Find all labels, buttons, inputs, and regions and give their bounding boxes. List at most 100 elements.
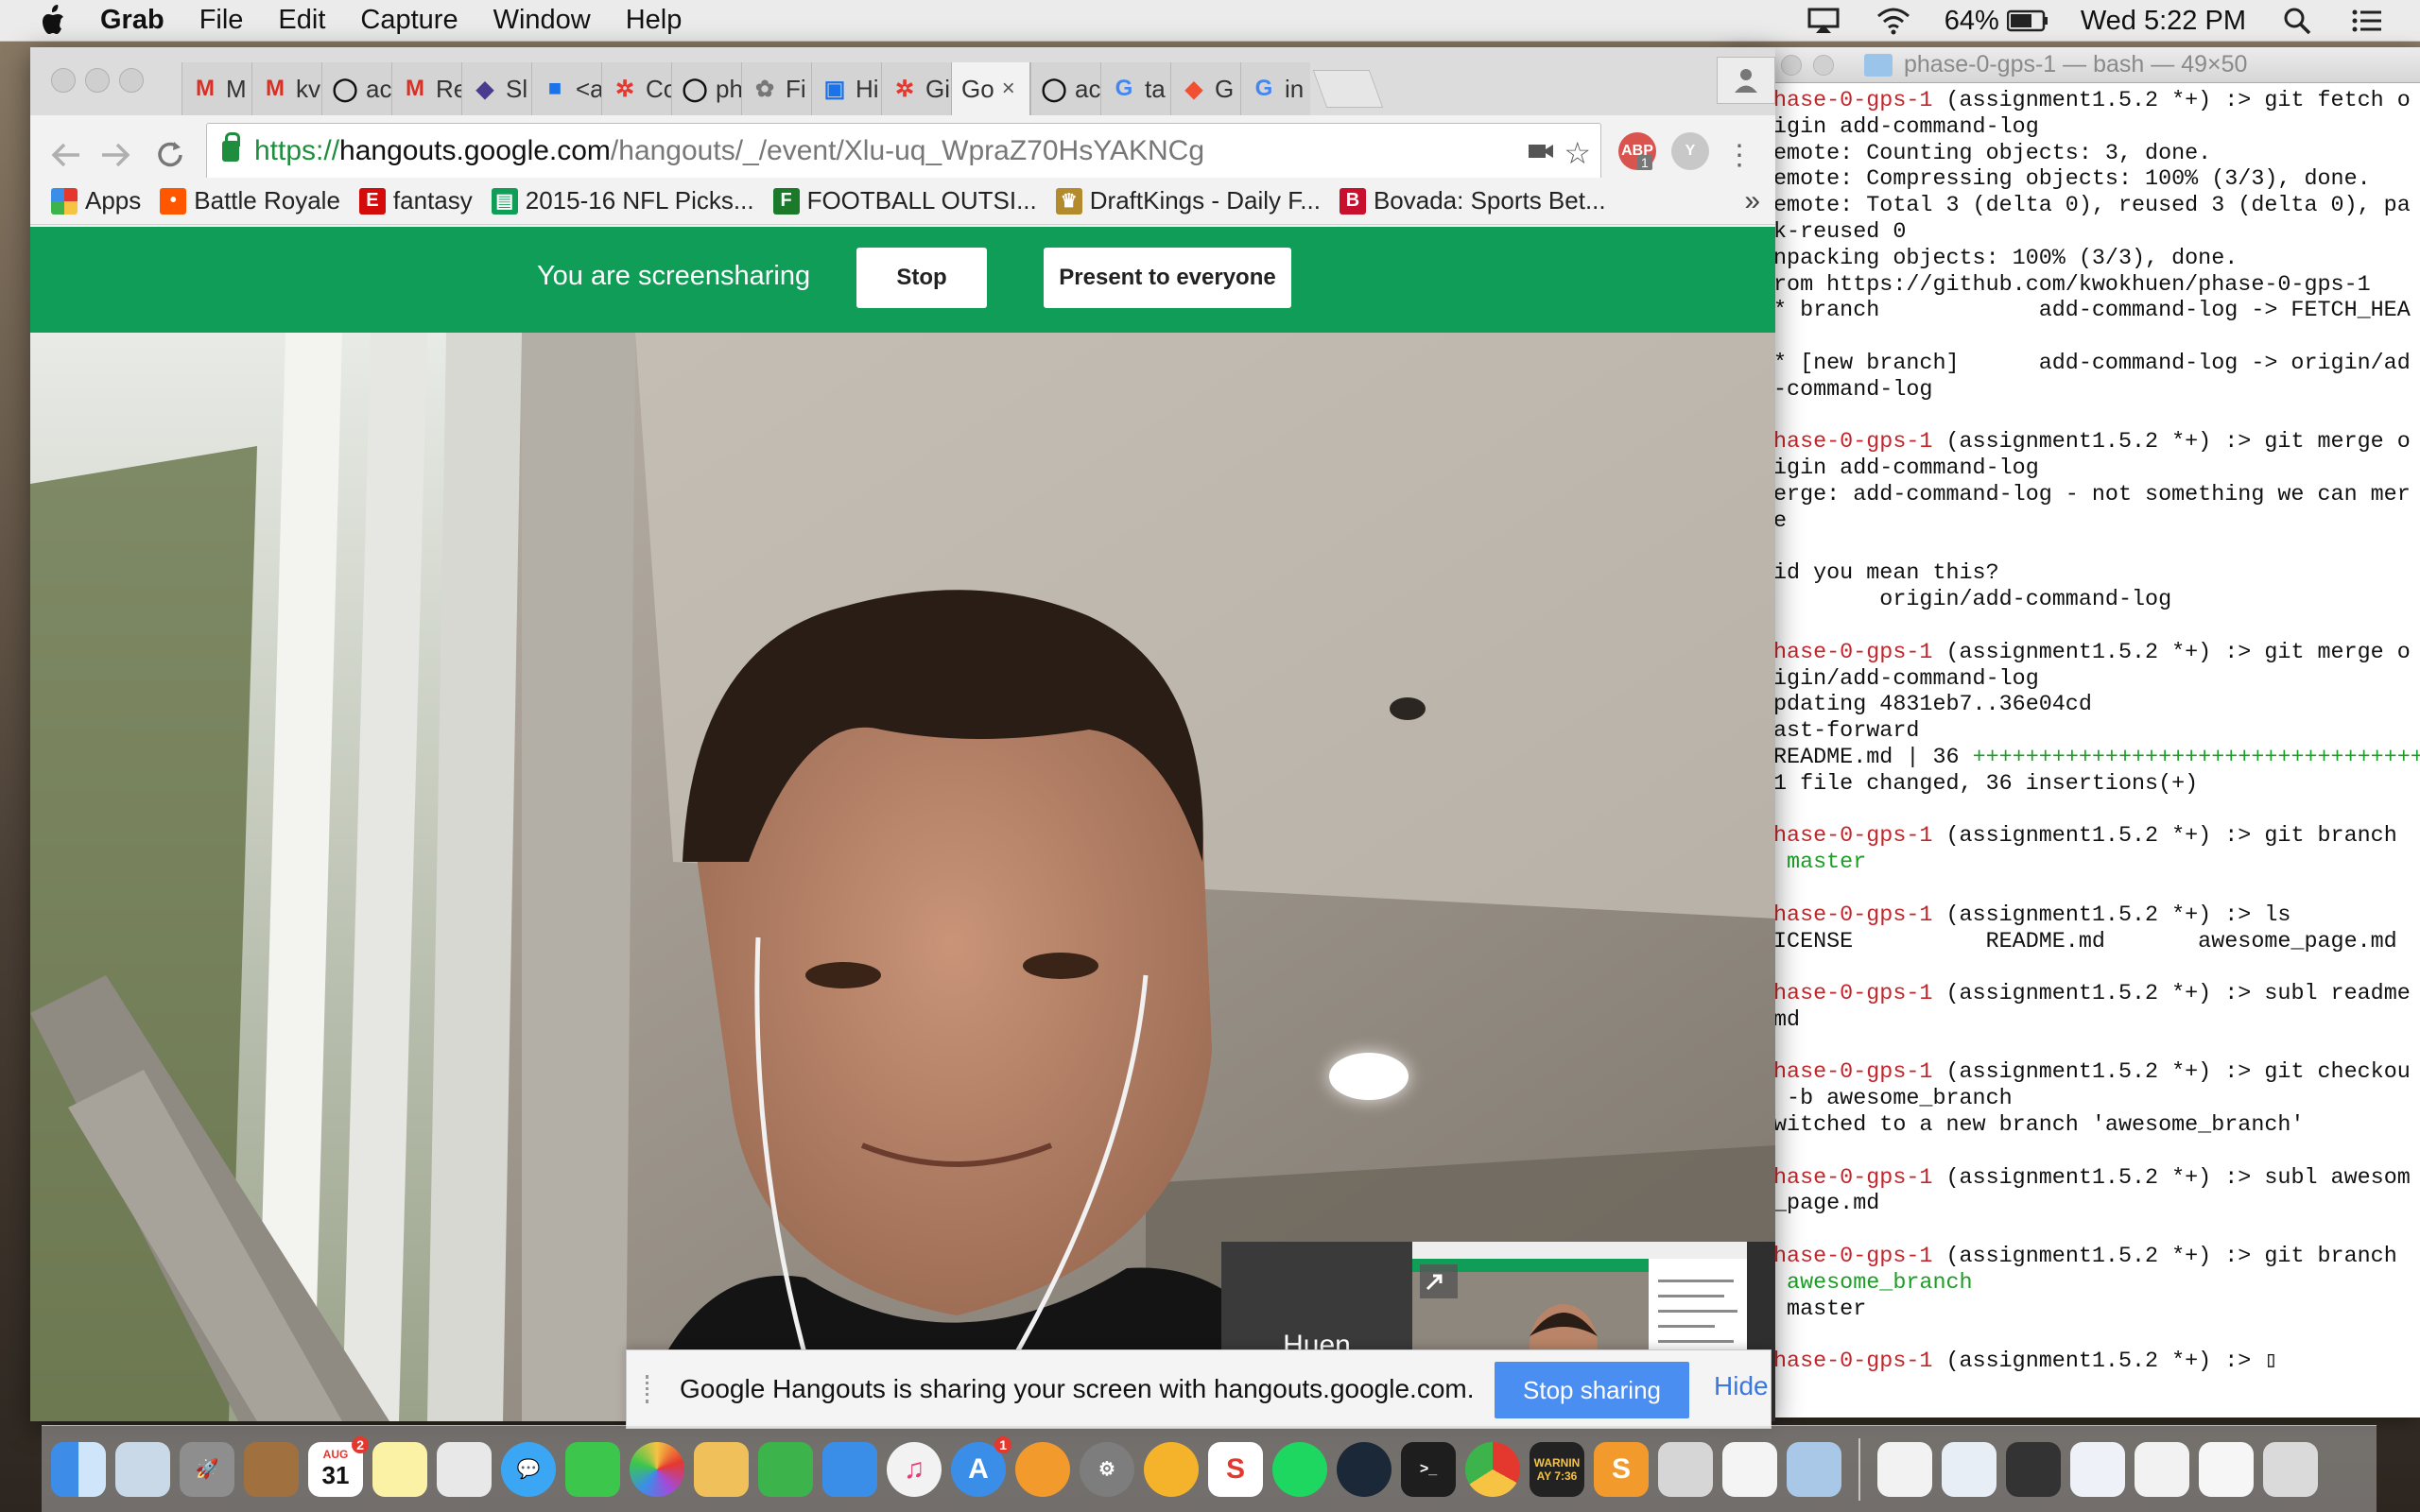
grab-icon[interactable] [1658, 1441, 1713, 1497]
browser-close-button[interactable] [51, 68, 76, 93]
terminal-minimize-button[interactable] [1781, 54, 1802, 76]
textedit-icon[interactable] [1722, 1441, 1777, 1497]
ibooks-icon[interactable] [1015, 1441, 1070, 1497]
browser-zoom-button[interactable] [119, 68, 144, 93]
drag-handle[interactable] [646, 1375, 655, 1403]
folder-stack-icon[interactable] [2135, 1441, 2189, 1497]
bookmarks-overflow-button[interactable]: » [1744, 185, 1760, 217]
terminal-title: phase-0-gps-1 — bash — 49×50 [1904, 51, 2248, 77]
mail-stamp-icon[interactable] [115, 1441, 170, 1497]
chrome-menu-icon[interactable]: ⋮ [1720, 136, 1758, 174]
bookmark-item[interactable]: Apps [51, 186, 141, 215]
bookmark-item[interactable]: • Battle Royale [160, 186, 340, 215]
bookmark-star-icon[interactable]: ☆ [1564, 135, 1591, 171]
wifi-icon[interactable] [1875, 7, 1912, 35]
browser-tab[interactable]: MM [182, 62, 251, 115]
menu-window[interactable]: Window [493, 5, 591, 36]
numbers-icon[interactable] [758, 1441, 813, 1497]
browser-tab[interactable]: ■ <a [531, 62, 601, 115]
browser-tab[interactable]: Go × [951, 62, 1030, 115]
spotlight-search-icon[interactable] [2278, 7, 2316, 35]
apple-icon[interactable] [38, 4, 66, 37]
menu-file[interactable]: File [199, 5, 244, 36]
camera-icon[interactable] [1527, 137, 1555, 165]
keynote-icon[interactable] [822, 1441, 877, 1497]
airplay-icon[interactable] [1805, 7, 1842, 35]
menu-help[interactable]: Help [626, 5, 683, 36]
battery-status[interactable]: 64% [1945, 6, 2048, 37]
console-icon[interactable]: WARNIN AY 7:36 [1530, 1441, 1584, 1497]
lock-icon[interactable] [222, 132, 240, 162]
y-extension-icon[interactable]: Y [1671, 132, 1709, 170]
terminal-zoom-button[interactable] [1813, 54, 1834, 76]
browser-tab[interactable]: ◯ ph [671, 62, 741, 115]
pages-icon[interactable] [694, 1441, 749, 1497]
browser-tab[interactable]: Mkv [251, 62, 321, 115]
system-preferences-icon[interactable]: ⚙ [1080, 1441, 1134, 1497]
photos-icon[interactable] [630, 1441, 684, 1497]
chrome-icon[interactable] [1465, 1441, 1520, 1497]
bookmark-item[interactable]: B Bovada: Sports Bet... [1339, 186, 1606, 215]
forward-button[interactable] [96, 136, 134, 174]
browser-tab[interactable]: ◯ ac [1030, 62, 1100, 115]
browser-minimize-button[interactable] [85, 68, 110, 93]
launchpad-icon[interactable]: 🚀 [180, 1441, 234, 1497]
terminal-window[interactable]: phase-0-gps-1 — bash — 49×50 hase-0-gps-… [1730, 47, 2420, 1418]
bookmark-item[interactable]: ▤ 2015-16 NFL Picks... [491, 186, 754, 215]
browser-tab[interactable]: ✲ Co [601, 62, 671, 115]
browser-tab[interactable]: ◆ Sl [461, 62, 531, 115]
slack-icon[interactable]: S [1208, 1441, 1263, 1497]
stop-sharing-button[interactable]: Stop sharing [1495, 1362, 1689, 1418]
facetime-icon[interactable] [565, 1441, 620, 1497]
bookmark-item[interactable]: F FOOTBALL OUTSI... [772, 186, 1037, 215]
profile-button[interactable] [1717, 57, 1775, 104]
spotify-icon[interactable] [1272, 1441, 1327, 1497]
trash-icon[interactable] [2263, 1441, 2318, 1497]
sublime-text-icon[interactable]: S [1594, 1441, 1649, 1497]
new-tab-button[interactable] [1312, 70, 1384, 108]
preview-icon[interactable] [1787, 1441, 1841, 1497]
hide-button[interactable]: Hide [1714, 1371, 1769, 1401]
finder-icon[interactable] [51, 1441, 106, 1497]
browser-tab[interactable]: ✿ Fi [741, 62, 811, 115]
notification-center-icon[interactable] [2348, 7, 2386, 35]
tab-label: Hi [856, 74, 879, 103]
reload-button[interactable] [151, 136, 189, 174]
browser-tab[interactable]: ✲ Gi [881, 62, 951, 115]
menu-capture[interactable]: Capture [360, 5, 458, 36]
menu-app-grab[interactable]: Grab [100, 5, 164, 36]
browser-tab[interactable]: ◆ G [1170, 62, 1240, 115]
bookmark-item[interactable]: ♛ DraftKings - Daily F... [1055, 186, 1321, 215]
menu-clock[interactable]: Wed 5:22 PM [2081, 6, 2246, 37]
notes-icon[interactable] [372, 1441, 427, 1497]
browser-tab[interactable]: Gin [1240, 62, 1310, 115]
address-bar[interactable]: https:// hangouts.google.com /hangouts/_… [206, 123, 1601, 180]
terminal-text: ast-forward [1773, 719, 1920, 745]
menu-edit[interactable]: Edit [278, 5, 325, 36]
downloads-stack-icon[interactable] [2199, 1441, 2254, 1497]
bookmark-item[interactable]: Efantasy [358, 186, 473, 215]
app-store-icon[interactable]: A 1 [951, 1435, 1011, 1497]
browser-tab[interactable]: Gta [1100, 62, 1170, 115]
itunes-icon[interactable]: ♫ [887, 1441, 942, 1497]
back-button[interactable] [47, 136, 85, 174]
browser-tab[interactable]: ▣ Hi [811, 62, 881, 115]
file-thumbnail-icon[interactable] [2070, 1441, 2125, 1497]
browser-tab[interactable]: ◯ ac [321, 62, 391, 115]
tab-close-icon[interactable]: × [1002, 76, 1015, 102]
present-to-everyone-button[interactable]: Present to everyone [1044, 248, 1291, 308]
steam-icon[interactable] [1337, 1441, 1392, 1497]
browser-tab[interactable]: M Re [391, 62, 461, 115]
stop-button[interactable]: Stop [856, 248, 987, 308]
document-stack-icon[interactable] [1877, 1441, 1932, 1497]
terminal-icon[interactable]: >_ [1401, 1441, 1456, 1497]
recent-screenshot-icon[interactable] [1942, 1441, 1996, 1497]
calendar-icon[interactable]: AUG 31 2 [308, 1435, 369, 1497]
burst-app-icon[interactable] [1144, 1441, 1199, 1497]
screenshot-thumbnail-icon[interactable] [2006, 1441, 2061, 1497]
messages-icon[interactable]: 💬 [501, 1441, 556, 1497]
contacts-icon[interactable] [244, 1441, 299, 1497]
terminal-titlebar[interactable]: phase-0-gps-1 — bash — 49×50 [1730, 47, 2420, 83]
reminders-icon[interactable] [437, 1441, 492, 1497]
terminal-output[interactable]: hase-0-gps-1 (assignment1.5.2 *+) :> git… [1686, 83, 2420, 1406]
